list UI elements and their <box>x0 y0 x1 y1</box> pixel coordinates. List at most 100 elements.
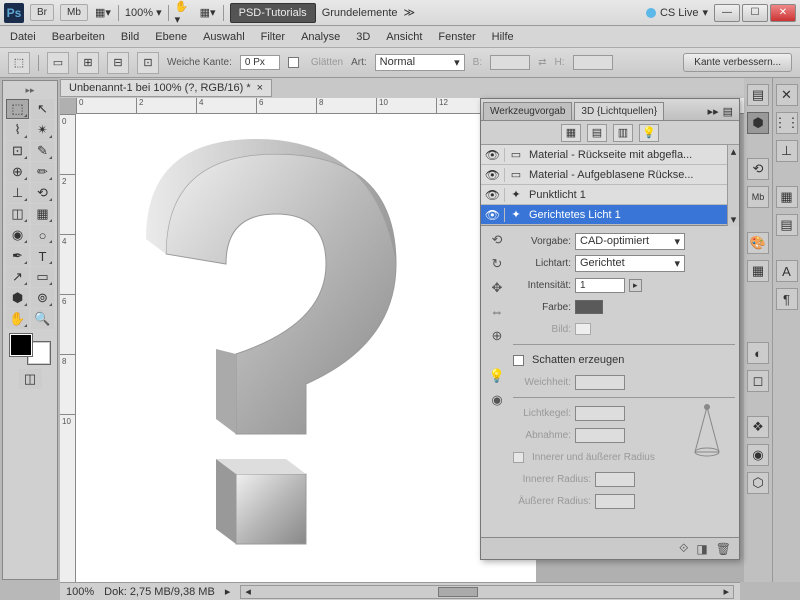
add-selection-icon[interactable]: ⊞ <box>77 52 99 74</box>
history-brush-tool[interactable]: ⟲ <box>31 183 54 203</box>
intersect-selection-icon[interactable]: ⊡ <box>137 52 159 74</box>
menu-3d[interactable]: 3D <box>356 31 370 43</box>
document-tab[interactable]: Unbenannt-1 bei 100% (?, RGB/16) *× <box>60 79 272 97</box>
minimize-button[interactable]: — <box>714 4 740 22</box>
new-selection-icon[interactable]: ▭ <box>47 52 69 74</box>
workspace-more-icon[interactable]: ≫ <box>404 6 416 19</box>
3d-pan-icon[interactable]: ✥ <box>488 280 506 298</box>
eraser-tool[interactable]: ◫ <box>6 204 29 224</box>
menu-bild[interactable]: Bild <box>121 31 139 43</box>
menu-filter[interactable]: Filter <box>261 31 285 43</box>
tab-werkzeugvorgaben[interactable]: Werkzeugvorgab <box>483 102 572 120</box>
preset-select[interactable]: CAD-optimiert▾ <box>575 233 685 250</box>
style-select[interactable]: Normal▾ <box>375 54 465 71</box>
move-tool[interactable]: ↖ <box>31 99 54 119</box>
intensity-input[interactable] <box>575 278 625 293</box>
visibility-icon[interactable]: 👁 <box>481 148 505 162</box>
maximize-button[interactable]: ☐ <box>742 4 768 22</box>
bridge-button[interactable]: Br <box>30 4 54 21</box>
image-picker[interactable] <box>575 323 591 335</box>
quickmask-toggle[interactable]: ◫ <box>19 369 42 389</box>
stamp-tool[interactable]: ⊥ <box>6 183 29 203</box>
zoom-tool[interactable]: 🔍 <box>31 309 54 329</box>
dock-icon-color[interactable]: 🎨 <box>747 232 769 254</box>
zoom-status[interactable]: 100% <box>66 586 94 598</box>
dock-icon-info[interactable]: ▤ <box>776 214 798 236</box>
eyedropper-tool[interactable]: ✎ <box>31 141 54 161</box>
doc-info[interactable]: Dok: 2,75 MB/9,38 MB <box>104 586 215 598</box>
filter-scene-icon[interactable]: ▦ <box>561 124 581 142</box>
menu-hilfe[interactable]: Hilfe <box>492 31 514 43</box>
3d-scale-icon[interactable]: ⊕ <box>488 328 506 346</box>
horizontal-scrollbar[interactable]: ◂▸ <box>240 585 734 599</box>
close-button[interactable]: ✕ <box>770 4 796 22</box>
3d-camera-tool[interactable]: ⊚ <box>31 288 54 308</box>
crop-tool[interactable]: ⊡ <box>6 141 29 161</box>
toggle-lights-icon[interactable]: ⟐ <box>679 541 688 556</box>
refine-edge-button[interactable]: Kante verbessern... <box>683 53 792 72</box>
tab-close-icon[interactable]: × <box>257 82 263 94</box>
color-swatch[interactable] <box>575 300 603 314</box>
panel-menu-icon[interactable]: ▤ <box>723 105 733 118</box>
dock-icon-mask[interactable]: ◻ <box>747 370 769 392</box>
gradient-tool[interactable]: ▦ <box>31 204 54 224</box>
dock-icon-char[interactable]: A <box>776 260 798 282</box>
3d-home-icon[interactable]: ◉ <box>488 392 506 410</box>
hand-tool[interactable]: ✋ <box>6 309 29 329</box>
list-scrollbar[interactable]: ▴▾ <box>727 145 739 226</box>
subtract-selection-icon[interactable]: ⊟ <box>107 52 129 74</box>
view-icon[interactable]: ▦▾ <box>199 4 217 22</box>
intensity-stepper[interactable]: ▸ <box>629 279 642 292</box>
list-item-selected[interactable]: 👁✦Gerichtetes Licht 1 <box>481 205 727 225</box>
pen-tool[interactable]: ✒ <box>6 246 29 266</box>
healing-tool[interactable]: ⊕ <box>6 162 29 182</box>
menu-auswahl[interactable]: Auswahl <box>203 31 245 43</box>
dock-icon-brush[interactable]: ⋮⋮ <box>776 112 798 134</box>
visibility-icon[interactable]: 👁 <box>481 208 505 222</box>
dock-icon-para[interactable]: ¶ <box>776 288 798 310</box>
list-item[interactable]: 👁✦Punktlicht 1 <box>481 185 727 205</box>
dock-icon-history[interactable]: ⟲ <box>747 158 769 180</box>
tab-3d-lights[interactable]: 3D {Lichtquellen} <box>574 102 664 120</box>
dock-icon-nav[interactable]: ▦ <box>776 186 798 208</box>
zoom-level[interactable]: 100% ▾ <box>125 6 162 19</box>
feather-input[interactable] <box>240 55 280 70</box>
marquee-tool[interactable]: ⬚ <box>6 99 29 119</box>
dock-icon-1[interactable]: ▤ <box>747 84 769 106</box>
menu-bearbeiten[interactable]: Bearbeiten <box>52 31 105 43</box>
dock-icon-layers[interactable]: ❖ <box>747 416 769 438</box>
marquee-tool-preset-icon[interactable]: ⬚ <box>8 52 30 74</box>
type-tool[interactable]: T <box>31 246 54 266</box>
brush-tool[interactable]: ✏ <box>31 162 54 182</box>
list-item[interactable]: 👁▭Material - Rückseite mit abgefla... <box>481 145 727 165</box>
workspace-psd-tutorials[interactable]: PSD-Tutorials <box>230 3 316 23</box>
dock-icon-clone[interactable]: ⊥ <box>776 140 798 162</box>
shape-tool[interactable]: ▭ <box>31 267 54 287</box>
3d-slide-icon[interactable]: ⇔ <box>488 304 506 322</box>
minibridge-button[interactable]: Mb <box>60 4 88 21</box>
hand-tool-icon[interactable]: ✋▾ <box>175 4 193 22</box>
menu-analyse[interactable]: Analyse <box>301 31 340 43</box>
dock-icon-mb[interactable]: Mb <box>747 186 769 208</box>
workspace-grundelemente[interactable]: Grundelemente <box>322 7 398 19</box>
3d-light-icon[interactable]: 💡 <box>488 368 506 386</box>
3d-rotate-icon[interactable]: ⟲ <box>488 232 506 250</box>
list-item[interactable]: 👁▭Material - Aufgeblasene Rückse... <box>481 165 727 185</box>
lasso-tool[interactable]: ⌇ <box>6 120 29 140</box>
filter-light-icon[interactable]: 💡 <box>639 124 659 142</box>
visibility-icon[interactable]: 👁 <box>481 188 505 202</box>
blur-tool[interactable]: ◉ <box>6 225 29 245</box>
menu-datei[interactable]: Datei <box>10 31 36 43</box>
dock-icon-swatches[interactable]: ▦ <box>747 260 769 282</box>
menu-fenster[interactable]: Fenster <box>438 31 475 43</box>
canvas[interactable] <box>76 114 536 582</box>
path-tool[interactable]: ↗ <box>6 267 29 287</box>
menu-ansicht[interactable]: Ansicht <box>386 31 422 43</box>
filter-mesh-icon[interactable]: ▤ <box>587 124 607 142</box>
dock-icon-paths[interactable]: ⬡ <box>747 472 769 494</box>
dock-icon-tools[interactable]: ✕ <box>776 84 798 106</box>
dock-icon-channels[interactable]: ◉ <box>747 444 769 466</box>
antialias-checkbox[interactable] <box>288 57 299 68</box>
panel-collapse-icon[interactable]: ▸▸ <box>708 105 719 118</box>
filter-material-icon[interactable]: ▥ <box>613 124 633 142</box>
